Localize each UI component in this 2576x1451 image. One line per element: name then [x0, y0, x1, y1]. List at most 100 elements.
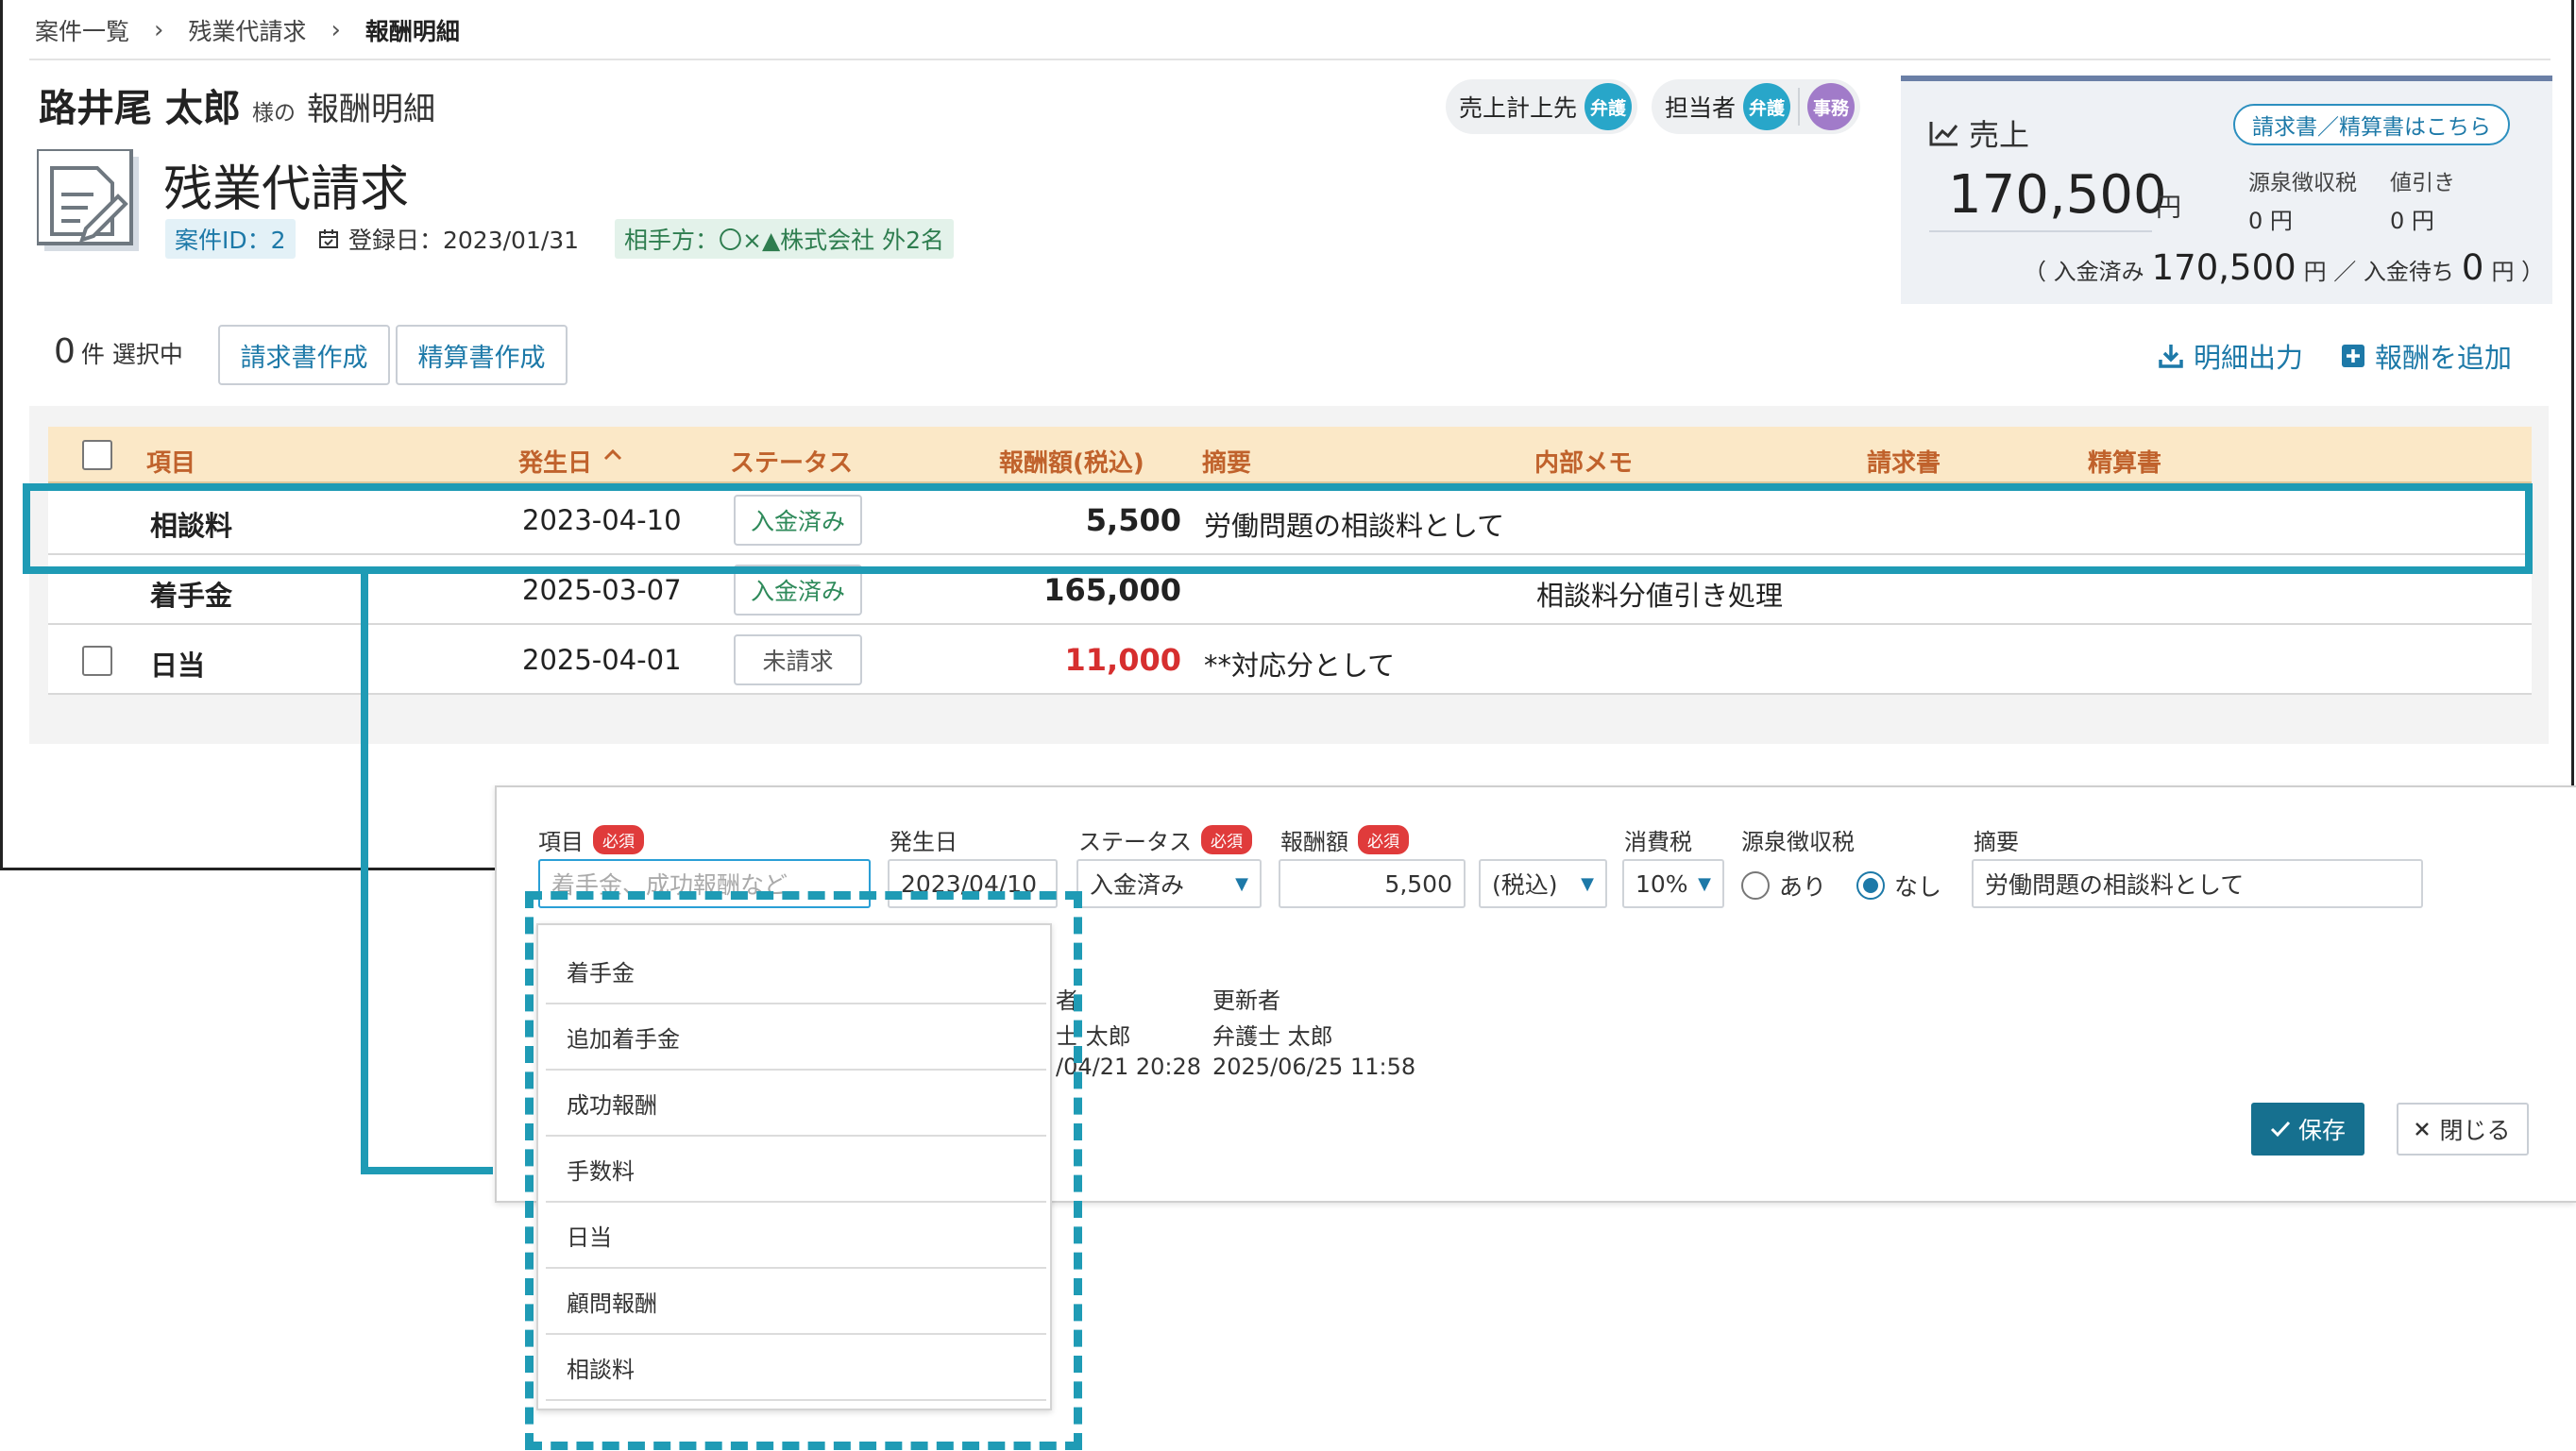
chevron-right-icon: › — [330, 16, 341, 44]
required-badge: 必須 — [1201, 825, 1252, 854]
row-amount: 165,000 — [1043, 572, 1181, 608]
close-button[interactable]: 閉じる — [2397, 1103, 2529, 1156]
row-item: 着手金 — [150, 580, 233, 612]
header-date-label: 発生日 — [518, 449, 593, 478]
required-badge: 必須 — [593, 825, 644, 854]
payment-status-line: （ 入金済み 170,500 円 ／ 入金待ち 0 円 ） — [2024, 247, 2544, 288]
save-button[interactable]: 保存 — [2251, 1103, 2364, 1156]
lawyer-badge: 弁護 — [1585, 83, 1633, 130]
summary-field-label: 摘要 — [1974, 829, 2019, 855]
pending-label: 円 ／ 入金待ち — [2303, 259, 2454, 285]
row-memo: 相談料分値引き処理 — [1536, 580, 1784, 612]
dropdown-option[interactable]: 追加着手金 — [546, 1004, 1046, 1071]
dropdown-option[interactable]: 成功報酬 — [546, 1071, 1046, 1137]
registered-date: 登録日：2023/01/31 — [318, 219, 579, 259]
status-field-label: ステータス 必須 — [1078, 823, 1252, 856]
row-date: 2025-03-07 — [522, 574, 682, 606]
radio-on-icon — [1856, 871, 1885, 900]
status-label-text: ステータス — [1078, 829, 1192, 855]
amount-input[interactable]: 5,500 — [1279, 859, 1466, 908]
header-date[interactable]: 発生日 — [518, 444, 622, 479]
client-name: 路井尾 太郎 — [39, 87, 241, 130]
lawyer-badge: 弁護 — [1743, 83, 1791, 130]
close-label: 閉じる — [2439, 1117, 2511, 1144]
main-window: 案件一覧 › 残業代請求 › 報酬明細 路井尾 太郎 様の 報酬明細 残業代請求… — [0, 0, 2574, 870]
sales-recipient-chip: 売上計上先 弁護 — [1446, 79, 1638, 134]
sales-amount-unit: 円 — [2156, 194, 2181, 223]
select-all-checkbox[interactable] — [82, 440, 112, 470]
registered-date-text: 登録日：2023/01/31 — [348, 227, 580, 254]
row-date: 2025-04-01 — [522, 644, 682, 676]
paid-suffix: 円 ） — [2491, 259, 2545, 285]
connector-line — [361, 1167, 493, 1174]
add-fee-link[interactable]: 報酬を追加 — [2341, 336, 2512, 376]
sales-amount: 170,500 — [1948, 164, 2167, 226]
amount-label-text: 報酬額 — [1280, 829, 1348, 855]
item-suggestion-dropdown: 着手金 追加着手金 成功報酬 手数料 日当 顧問報酬 相談料 — [536, 923, 1052, 1410]
connector-line — [361, 574, 368, 1174]
case-title: 残業代請求 — [163, 161, 410, 218]
item-field-label: 項目 必須 — [538, 823, 644, 856]
required-badge: 必須 — [1358, 825, 1409, 854]
header-item[interactable]: 項目 — [146, 444, 195, 479]
breadcrumb-case[interactable]: 残業代請求 — [188, 13, 306, 47]
clerk-badge: 事務 — [1807, 83, 1856, 130]
paid-prefix: （ 入金済み — [2024, 259, 2144, 285]
plus-square-icon — [2341, 344, 2365, 368]
row-summary: **対応分として — [1204, 650, 1396, 682]
dropdown-option[interactable]: 日当 — [546, 1203, 1046, 1269]
withholding-no-radio[interactable]: なし — [1856, 869, 1941, 903]
invoice-settlement-link[interactable]: 請求書／精算書はこちら — [2233, 104, 2510, 145]
counterparty-tag: 相手方：〇×▲株式会社 外2名 — [615, 219, 955, 259]
dropdown-option[interactable]: 顧問報酬 — [546, 1269, 1046, 1335]
document-edit-icon — [37, 149, 144, 255]
download-icon — [2158, 343, 2184, 369]
save-label: 保存 — [2297, 1117, 2346, 1144]
create-settlement-button[interactable]: 精算書作成 — [396, 325, 568, 385]
withholding-yes-radio[interactable]: あり — [1741, 869, 1826, 903]
client-honorific: 様の — [252, 101, 296, 126]
export-details-link[interactable]: 明細出力 — [2158, 336, 2303, 376]
updater-label: 更新者 — [1212, 987, 1280, 1014]
dropdown-option[interactable]: 着手金 — [546, 938, 1046, 1004]
row-checkbox[interactable] — [82, 646, 112, 676]
summary-input[interactable]: 労働問題の相談料として — [1972, 859, 2423, 908]
updater-name: 弁護士 太郎 — [1212, 1023, 1333, 1050]
tax-inclusion-select[interactable]: (税込) — [1479, 859, 1607, 908]
item-label-text: 項目 — [538, 829, 584, 855]
radio-off-icon — [1741, 871, 1770, 900]
create-invoice-button[interactable]: 請求書作成 — [218, 325, 390, 385]
header-settlement[interactable]: 精算書 — [2088, 444, 2161, 479]
row-item: 日当 — [150, 650, 206, 682]
sort-ascending-icon — [603, 444, 622, 479]
selected-count-number: 0 — [54, 332, 76, 371]
withholding-label: 源泉徴収税 — [2248, 171, 2357, 195]
divider — [1929, 230, 2152, 232]
withholding-no-label: なし — [1894, 873, 1942, 901]
page-subtitle: 報酬明細 — [307, 91, 435, 128]
table-row[interactable]: 日当 2025-04-01 未請求 11,000 **対応分として — [48, 625, 2532, 695]
tax-rate-select[interactable]: 10% — [1622, 859, 1724, 908]
breadcrumb-case-list[interactable]: 案件一覧 — [35, 13, 129, 47]
selected-count: 0 件 選択中 — [54, 332, 183, 371]
table-header: 項目 発生日 ステータス 報酬額(税込) 摘要 内部メモ 請求書 精算書 — [48, 427, 2532, 483]
header-amount[interactable]: 報酬額(税込) — [999, 444, 1144, 479]
dropdown-option[interactable]: 手数料 — [546, 1137, 1046, 1203]
sales-heading-text: 売上 — [1969, 117, 2030, 153]
header-summary[interactable]: 摘要 — [1202, 444, 1251, 479]
withholding-value: 0 円 — [2248, 208, 2293, 234]
dropdown-option[interactable]: 相談料 — [546, 1335, 1046, 1401]
sales-recipient-label: 売上計上先 — [1459, 94, 1578, 122]
chevron-right-icon: › — [154, 16, 164, 44]
status-select[interactable]: 入金済み — [1076, 859, 1262, 908]
discount-value: 0 円 — [2390, 208, 2434, 234]
withholding-field-label: 源泉徴収税 — [1741, 829, 1855, 855]
header-status[interactable]: ステータス — [730, 444, 853, 479]
highlight-frame — [23, 483, 2533, 574]
header-memo[interactable]: 内部メモ — [1534, 444, 1633, 479]
header-invoice[interactable]: 請求書 — [1867, 444, 1940, 479]
check-icon — [2270, 1121, 2291, 1138]
status-badge[interactable]: 未請求 — [734, 634, 862, 685]
row-amount: 11,000 — [1064, 642, 1181, 678]
staff-chip: 担当者 弁護 事務 — [1652, 79, 1861, 134]
